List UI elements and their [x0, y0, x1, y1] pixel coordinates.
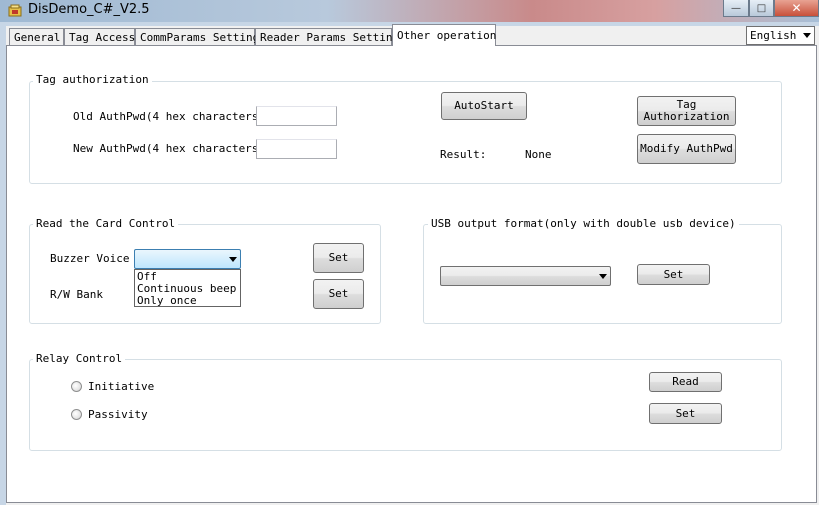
usb-output-format-select[interactable]	[440, 266, 611, 286]
tag-authorization-title: Tag authorization	[33, 73, 152, 86]
usb-output-title: USB output format(only with double usb d…	[428, 217, 739, 230]
buzzer-set-button[interactable]: Set	[313, 243, 364, 273]
tab-label: CommParams Setting	[140, 31, 260, 44]
chevron-down-icon	[803, 33, 811, 38]
tab-label: General	[14, 31, 61, 44]
relay-control-title: Relay Control	[33, 352, 126, 365]
initiative-label: Initiative	[88, 380, 155, 393]
rw-bank-set-button[interactable]: Set	[313, 279, 364, 309]
new-authpwd-input[interactable]	[256, 139, 337, 159]
old-authpwd-input[interactable]	[256, 106, 337, 126]
old-authpwd-label: Old AuthPwd(4 hex characters)	[73, 110, 266, 123]
app-icon	[8, 4, 22, 17]
tab-reader-params-setting[interactable]: Reader Params Setting	[255, 28, 399, 45]
language-select[interactable]: English	[746, 26, 815, 45]
autostart-button[interactable]: AutoStart	[441, 92, 527, 120]
close-icon: ✕	[791, 1, 802, 15]
result-value: None	[525, 148, 552, 161]
tab-tag-access[interactable]: Tag Access	[64, 28, 135, 45]
maximize-button[interactable]: □	[749, 0, 774, 17]
tab-general[interactable]: General	[9, 28, 64, 45]
new-authpwd-label: New AuthPwd(4 hex characters)	[73, 142, 266, 155]
window-title: DisDemo_C#_V2.5	[28, 2, 150, 17]
language-value: English	[750, 29, 797, 42]
tab-label: Other operation	[397, 29, 497, 42]
usb-output-set-button[interactable]: Set	[637, 264, 710, 285]
buzzer-voice-label: Buzzer Voice	[50, 252, 130, 265]
tag-authorization-button[interactable]: Tag Authorization	[637, 96, 736, 126]
tab-other-operation[interactable]: Other operation	[392, 24, 496, 46]
buzzer-option-only-once[interactable]: Only once	[137, 294, 197, 307]
minimize-icon: —	[731, 2, 741, 14]
initiative-radio[interactable]	[71, 381, 82, 392]
tab-commparams-setting[interactable]: CommParams Setting	[135, 28, 259, 45]
chevron-down-icon	[229, 257, 237, 262]
close-button[interactable]: ✕	[774, 0, 819, 17]
minimize-button[interactable]: —	[723, 0, 749, 17]
buzzer-voice-select[interactable]	[134, 249, 241, 269]
card-control-title: Read the Card Control	[33, 217, 179, 230]
buzzer-voice-dropdown: Off Continuous beep Only once	[134, 269, 241, 307]
passivity-radio[interactable]	[71, 409, 82, 420]
tab-label: Reader Params Setting	[260, 31, 400, 44]
chevron-down-icon	[599, 274, 607, 279]
tab-label: Tag Access	[69, 31, 136, 44]
relay-set-button[interactable]: Set	[649, 403, 722, 424]
rw-bank-label: R/W Bank	[50, 288, 103, 301]
modify-authpwd-button[interactable]: Modify AuthPwd	[637, 134, 736, 164]
passivity-label: Passivity	[88, 408, 148, 421]
relay-read-button[interactable]: Read	[649, 372, 722, 392]
result-label: Result:	[440, 148, 487, 161]
maximize-icon: □	[756, 2, 767, 14]
